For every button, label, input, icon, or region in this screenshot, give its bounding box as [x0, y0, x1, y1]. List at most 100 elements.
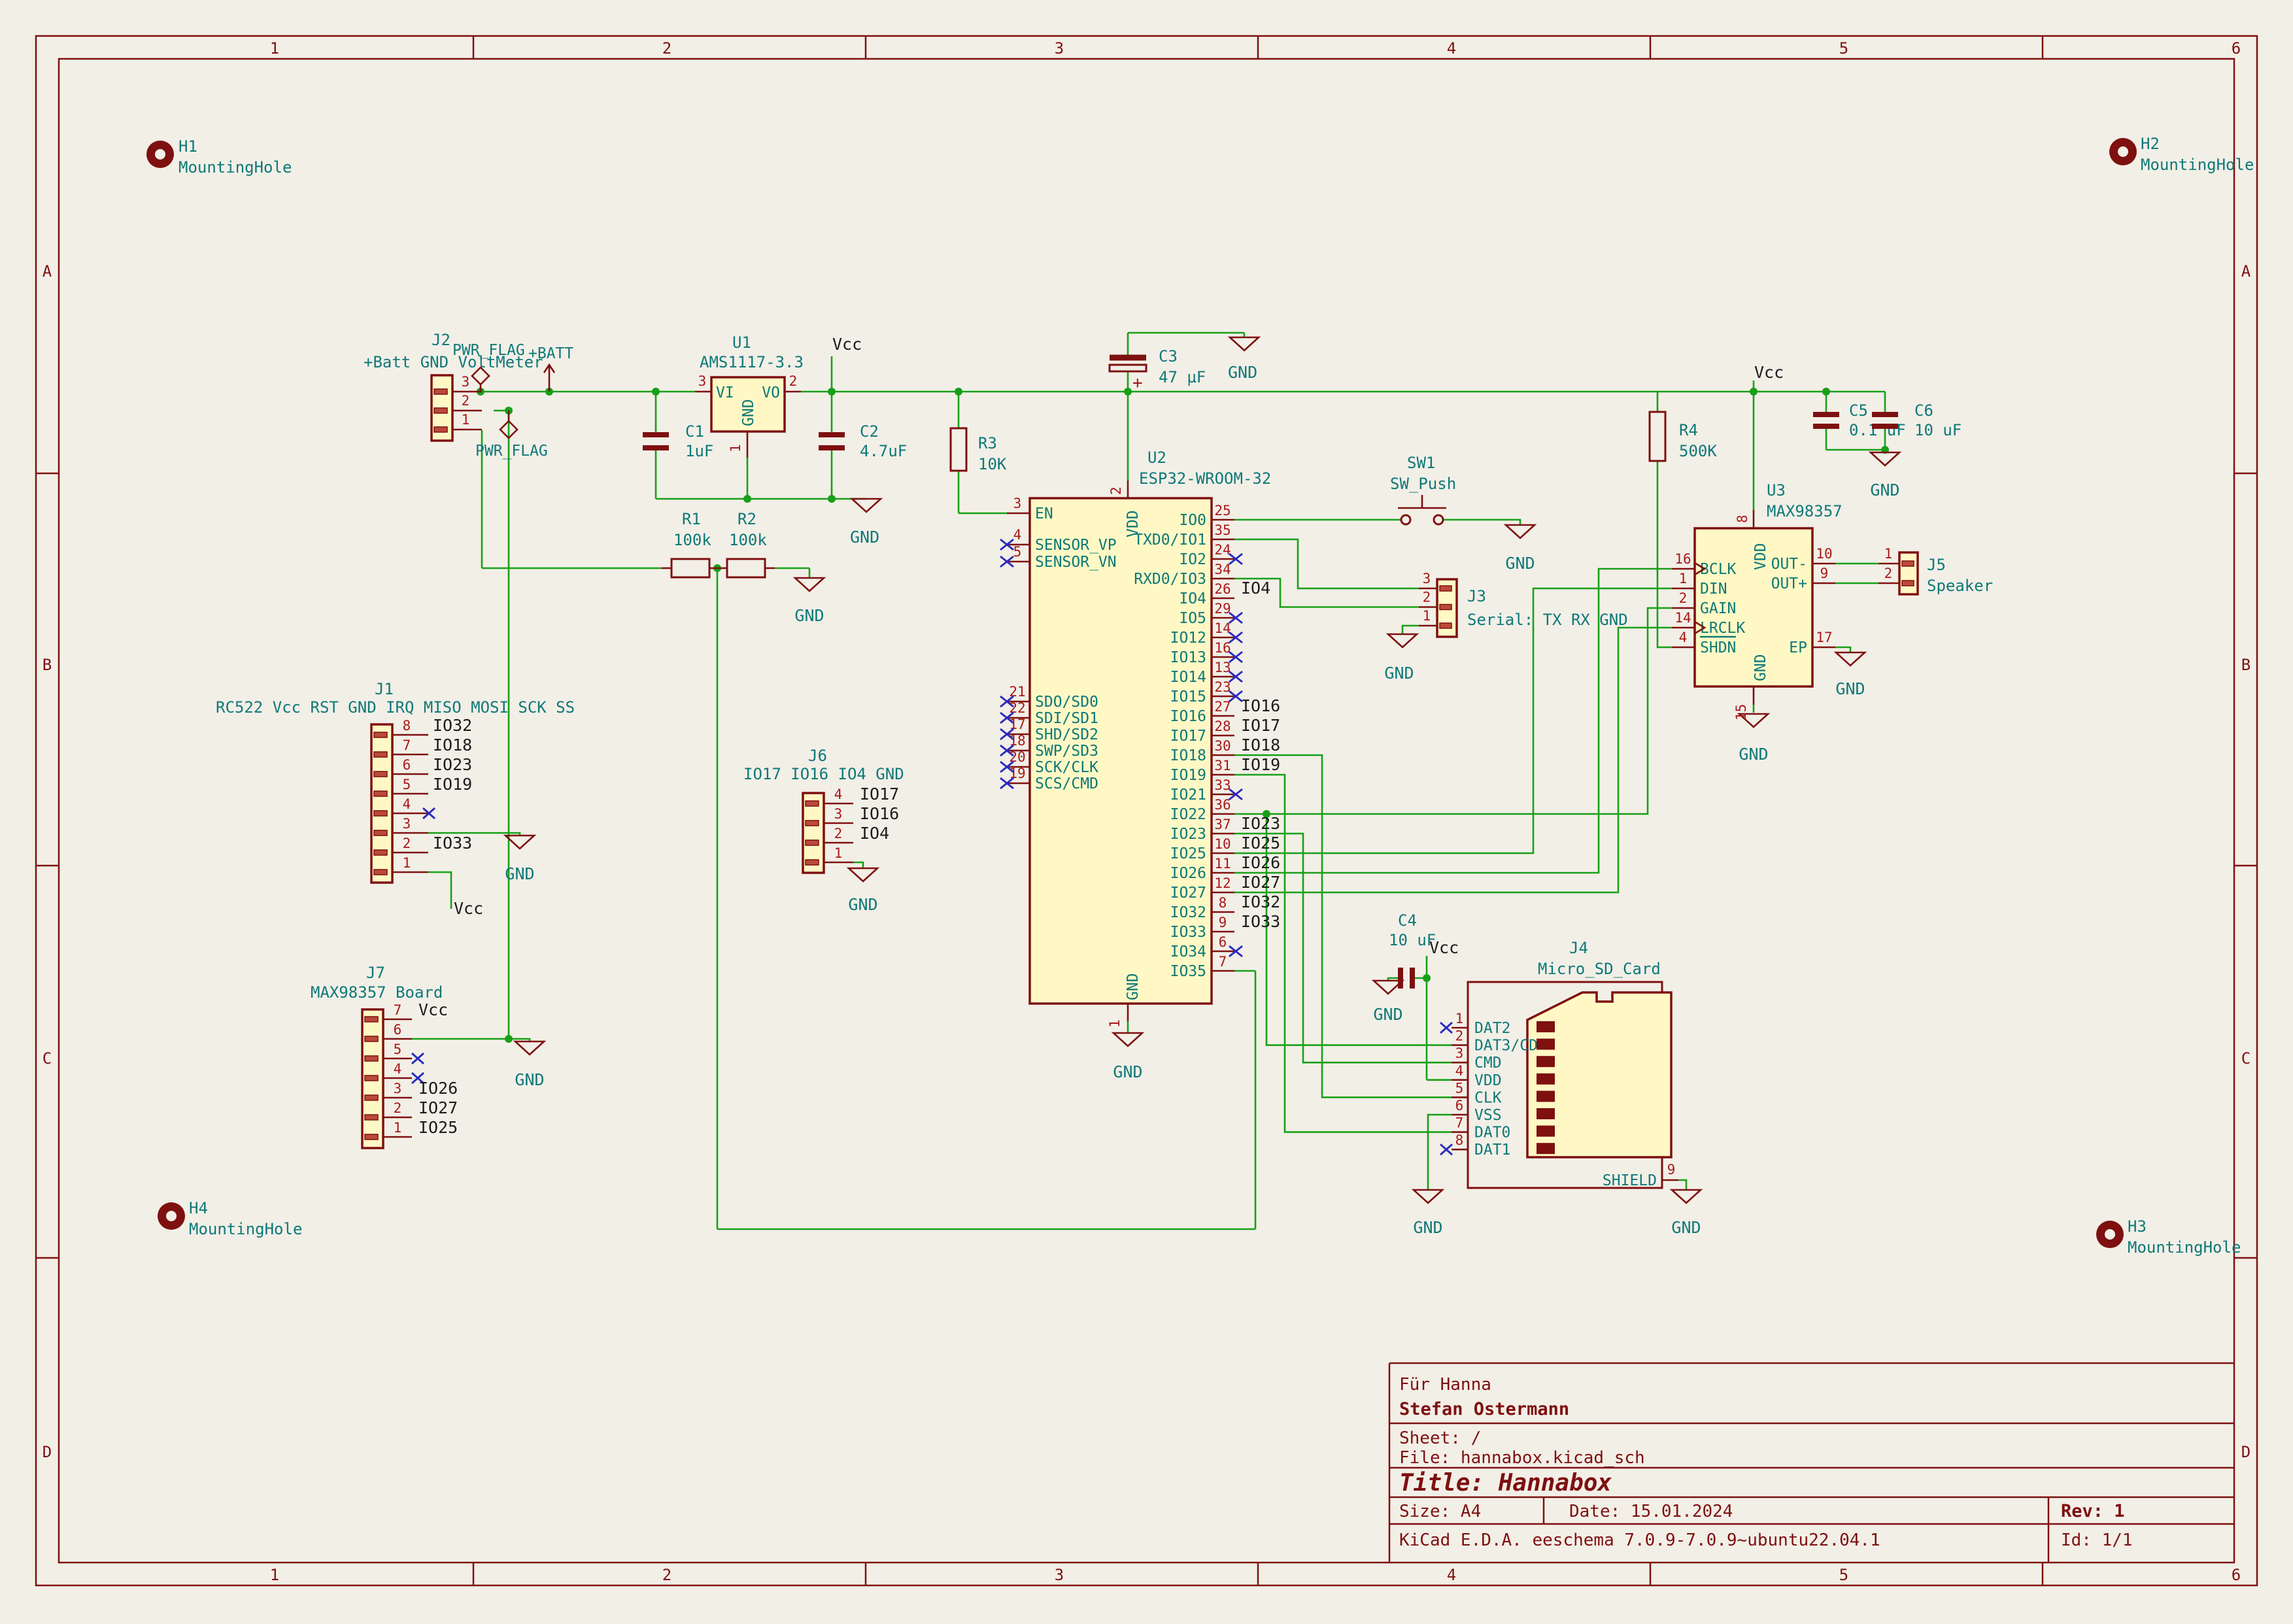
pin-number: 9 — [1219, 915, 1227, 930]
mounting-hole-h2[interactable]: H2 MountingHole — [2109, 135, 2254, 174]
pin-number: 4 — [1013, 527, 1022, 543]
pin-number: 1 — [728, 444, 743, 452]
component-u3[interactable]: U3 MAX98357 8 VDD 15 GND 17 EP 16 BCLK 1… — [1672, 481, 1843, 720]
gnd-symbol-sd-vss[interactable]: GND — [1413, 1190, 1442, 1237]
pin-number: 3 — [698, 373, 707, 389]
net-label: IO25 — [418, 1118, 458, 1137]
net-label: IO32 — [1241, 892, 1280, 911]
component-r2[interactable]: R2 100k — [717, 510, 775, 577]
wire[interactable] — [1234, 608, 1672, 814]
tb-tool: KiCad E.D.A. eeschema 7.0.9-7.0.9~ubuntu… — [1399, 1531, 1880, 1550]
j3-value: Serial: TX RX GND — [1467, 611, 1628, 629]
component-c1[interactable]: C1 1uF — [643, 422, 713, 460]
pin-name: SENSOR_VP — [1035, 537, 1117, 554]
zone-col-bottom: 5 — [1839, 1566, 1848, 1584]
pin-number: 4 — [403, 796, 411, 812]
wire[interactable] — [853, 862, 863, 868]
component-sw1[interactable]: SW1 SW_Push — [1390, 454, 1456, 524]
gnd-symbol-j6[interactable]: GND — [848, 868, 877, 914]
wire[interactable] — [1402, 626, 1419, 634]
gnd-symbol-j3[interactable]: GND — [1384, 634, 1417, 683]
component-j3[interactable]: J3 Serial: TX RX GND 3 2 1 — [1419, 571, 1628, 637]
j2-ref: J2 — [432, 331, 450, 349]
component-u2[interactable]: U2 ESP32-WROOM-32 2 VDD 1 GND 3 EN 4 SEN… — [1000, 448, 1280, 1028]
pin-number: 8 — [1219, 895, 1227, 911]
j1-value: RC522 Vcc RST GND IRQ MISO MOSI SCK SS — [216, 698, 575, 717]
pin-number: 14 — [1674, 610, 1691, 626]
pin-number: 1 — [462, 412, 470, 428]
pin-number: 35 — [1214, 522, 1231, 538]
component-r3[interactable]: R3 10K — [951, 428, 1007, 473]
pwr-flag-2[interactable]: PWR_FLAG — [475, 411, 548, 460]
gnd-symbol-j7[interactable]: GND — [515, 1041, 544, 1089]
gnd-symbol-u2[interactable]: GND — [1113, 1033, 1142, 1081]
pin-name: IO17 — [1170, 728, 1206, 745]
gnd-symbol-u3-gnd[interactable]: GND — [1739, 714, 1768, 764]
zone-col-bottom: 2 — [662, 1566, 671, 1584]
c1-value: 1uF — [685, 442, 713, 460]
pin-name: SCS/CMD — [1035, 775, 1098, 792]
u2-ref: U2 — [1147, 448, 1166, 467]
pin-name: IO21 — [1170, 787, 1206, 804]
component-j6[interactable]: J6 IO17 IO16 IO4 GND 4 IO17 3 IO16 2 IO4… — [743, 747, 904, 873]
mounting-hole-h3[interactable]: H3 MountingHole — [2096, 1217, 2241, 1257]
pin-number: 7 — [1219, 954, 1227, 970]
component-u1[interactable]: U1 AMS1117-3.3 VI VO GND 3 2 1 — [695, 333, 804, 458]
wire[interactable] — [1657, 461, 1672, 647]
component-j4[interactable]: J4 Micro_SD_Card SHIELD 9 1 DAT2 2 DAT3/… — [1440, 939, 1678, 1189]
r3-value: 10K — [978, 455, 1007, 473]
gnd-symbol-c2[interactable]: GND — [850, 499, 881, 547]
net-label: IO17 — [1241, 716, 1280, 735]
net-label: IO33 — [433, 834, 472, 853]
gnd-symbol-divider[interactable]: GND — [794, 578, 824, 625]
pin-name: GAIN — [1700, 600, 1736, 617]
u3-value: MAX98357 — [1767, 502, 1843, 520]
component-r1[interactable]: R1 100k — [662, 510, 717, 577]
r2-value: 100k — [729, 531, 767, 549]
wire[interactable] — [428, 872, 451, 909]
pin-number: 2 — [403, 836, 411, 851]
component-j5[interactable]: J5 Speaker 1 2 — [1878, 546, 1993, 595]
pin-name: IO5 — [1179, 610, 1206, 627]
r1-value: 100k — [673, 531, 711, 549]
pin-name: IO26 — [1170, 865, 1206, 882]
junction-dot — [652, 388, 660, 396]
junction-dot — [955, 388, 962, 396]
net-label: IO23 — [433, 755, 472, 774]
j3-ref: J3 — [1467, 587, 1486, 605]
sw1-value: SW_Push — [1390, 475, 1456, 493]
gnd-symbol-sd-shield[interactable]: GND — [1671, 1190, 1701, 1237]
pin-name: IO19 — [1170, 767, 1206, 784]
wire[interactable] — [1678, 1180, 1686, 1190]
component-j7[interactable]: J7 MAX98357 Board 7 Vcc 6 5 4 — [311, 964, 458, 1148]
pin-name: VSS — [1474, 1107, 1502, 1124]
gnd-symbol-c3[interactable]: GND — [1228, 337, 1259, 382]
j7-value: MAX98357 Board — [311, 983, 443, 1002]
schematic-canvas[interactable]: 123456123456ABCDABCD — [0, 0, 2293, 1621]
vcc-symbol-u1[interactable]: Vcc — [832, 335, 862, 354]
gnd-symbol-sw1[interactable]: GND — [1505, 525, 1535, 573]
pin-number: 8 — [1455, 1132, 1464, 1148]
wire[interactable] — [1266, 814, 1452, 1045]
mounting-hole-h4[interactable]: H4 MountingHole — [158, 1199, 302, 1238]
pin-name: IO0 — [1179, 512, 1206, 529]
u1-value: AMS1117-3.3 — [700, 353, 804, 371]
pin-name: SWP/SD3 — [1035, 743, 1098, 760]
j1-ref: J1 — [375, 680, 394, 698]
mounting-hole-value: MountingHole — [2128, 1238, 2241, 1257]
gnd-symbol-c6[interactable]: GND — [1870, 452, 1899, 499]
vcc-symbol-u3[interactable]: Vcc — [1754, 363, 1784, 382]
mounting-hole-h1[interactable]: H1 MountingHole — [146, 137, 292, 177]
zone-row-left: A — [42, 262, 52, 280]
component-j1[interactable]: J1 RC522 Vcc RST GND IRQ MISO MOSI SCK S… — [216, 680, 575, 883]
pin-number: 2 — [394, 1100, 402, 1116]
pin-number: 8 — [1735, 515, 1750, 523]
component-c3[interactable]: + C3 47 µF — [1110, 347, 1206, 393]
vcc-symbol-j1[interactable]: Vcc — [454, 899, 483, 918]
zone-col-bottom: 6 — [2232, 1566, 2241, 1584]
gnd-symbol-u3-ep[interactable]: GND — [1835, 652, 1865, 698]
component-r4[interactable]: R4 500K — [1650, 412, 1717, 461]
title-block: Für Hanna Stefan Ostermann Sheet: / File… — [1389, 1363, 2234, 1563]
pin-number: 11 — [1214, 856, 1231, 871]
pin-name: DIN — [1700, 581, 1727, 598]
